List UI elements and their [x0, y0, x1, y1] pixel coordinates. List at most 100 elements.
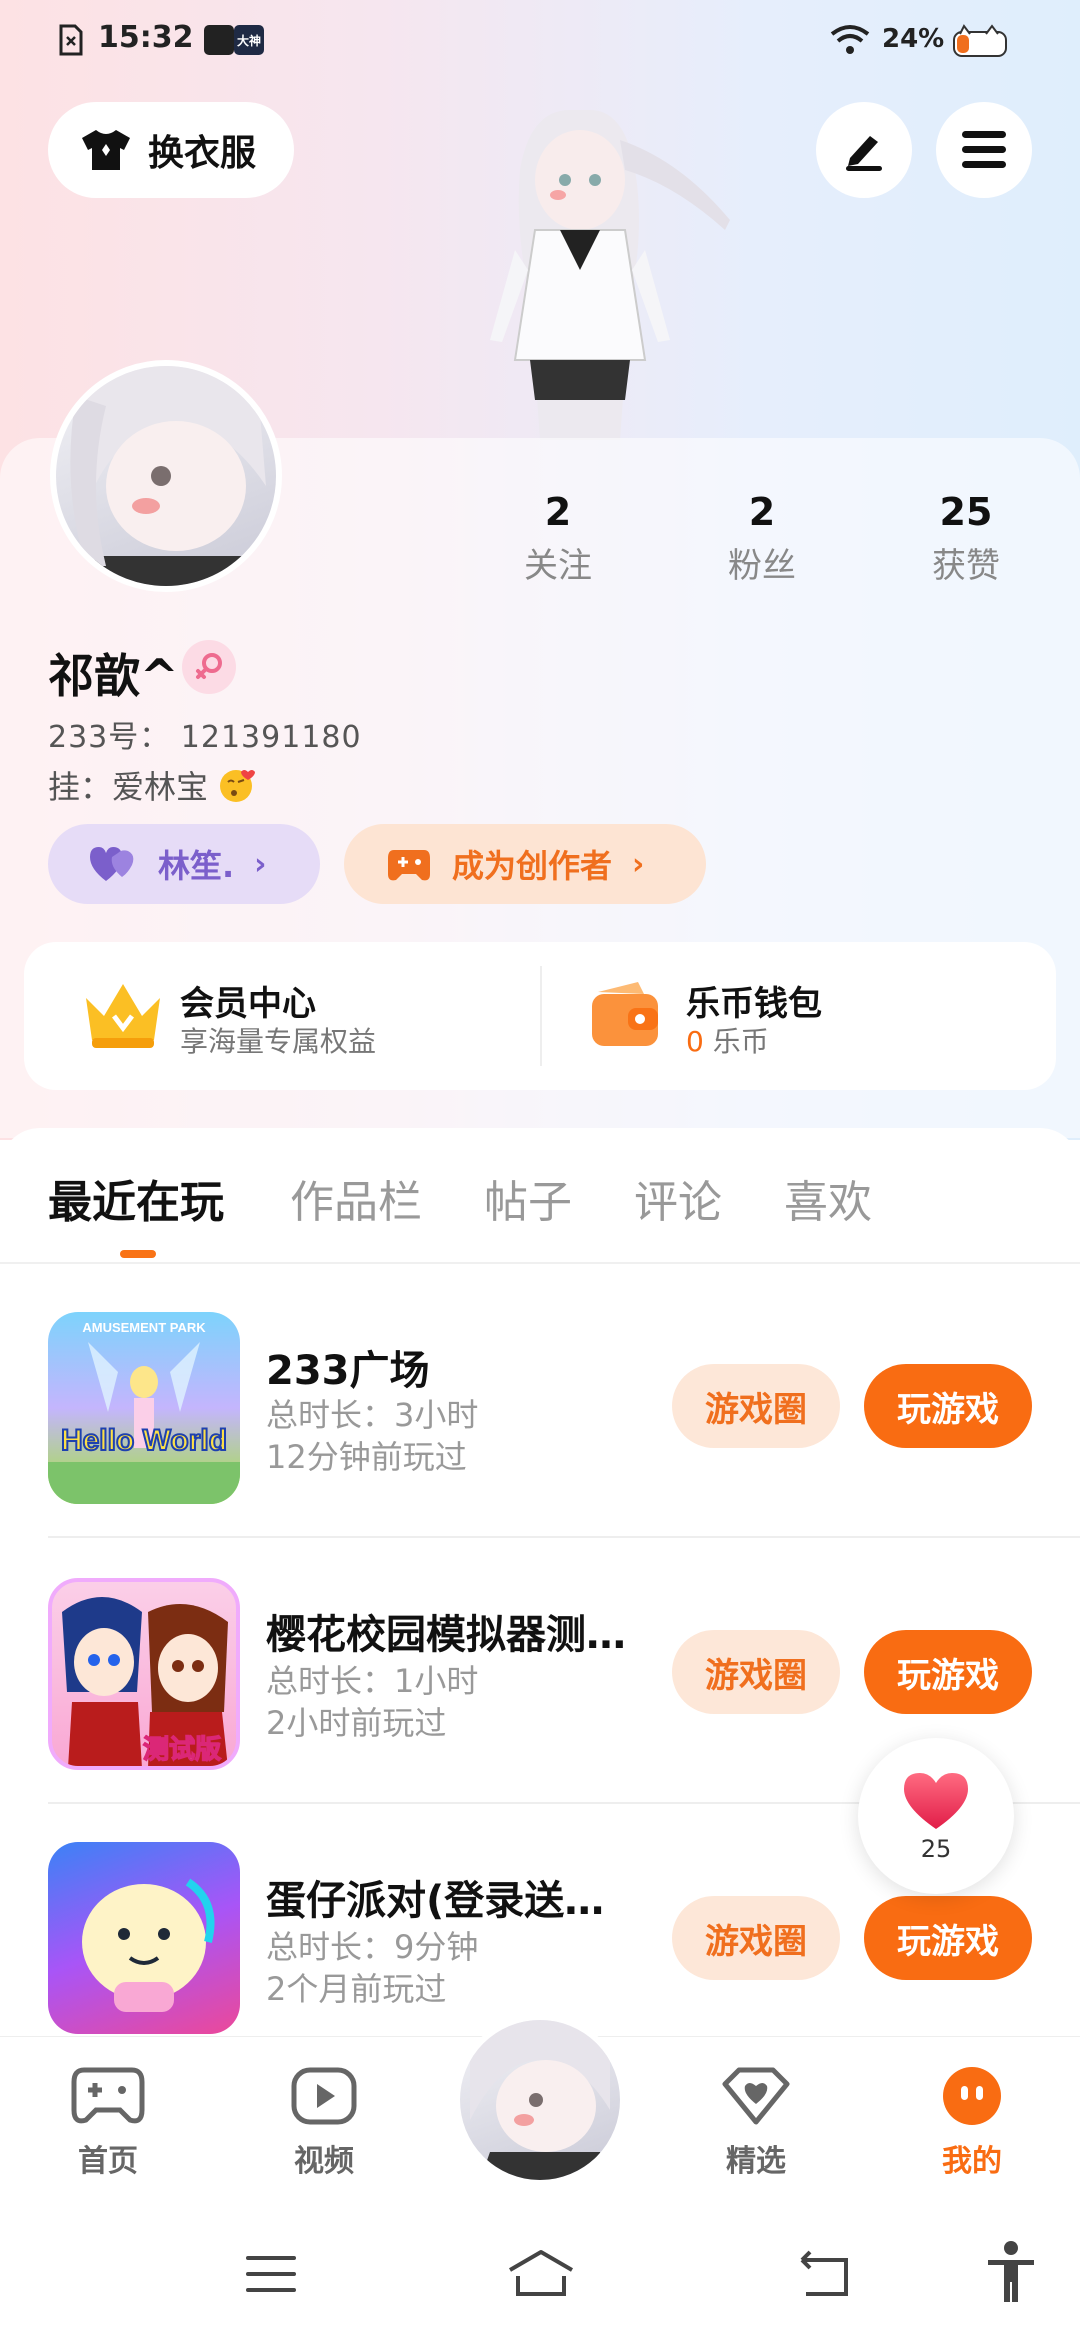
gamepad-nav-icon	[71, 2067, 145, 2124]
nav-featured-label: 精选	[726, 2144, 786, 2179]
nav-mine[interactable]: 我的	[912, 2066, 1032, 2180]
play-game-button-2[interactable]: 玩游戏	[864, 1630, 1032, 1714]
system-nav-bar	[0, 2206, 1080, 2340]
game-233-title-top: Hello World	[61, 1424, 227, 1457]
smiley-nav-icon	[943, 2067, 1001, 2125]
wallet-entry[interactable]	[588, 978, 662, 1050]
nav-mine-label: 我的	[942, 2144, 1002, 2179]
pen-icon	[846, 136, 882, 171]
member-center-entry[interactable]	[80, 976, 170, 1056]
tab-likes[interactable]: 喜欢	[784, 1166, 872, 1230]
game-sakura-art: 测试版	[62, 1597, 228, 1766]
following-label: 关注	[524, 546, 592, 586]
tabs-divider	[0, 1262, 1080, 1264]
wallet-unit: 乐币	[712, 1025, 769, 1058]
status-time: 15:32	[98, 20, 194, 55]
battery-percent: 24%	[882, 24, 945, 54]
dashen-icon: 大神	[234, 25, 264, 55]
like-float-button[interactable]: 25	[858, 1738, 1014, 1894]
game-circle-button-3[interactable]: 游戏圈	[672, 1896, 840, 1980]
stat-followers[interactable]: 2 粉丝	[682, 490, 842, 587]
game-circle-button-1[interactable]: 游戏圈	[672, 1364, 840, 1448]
signature-text: 挂：爱林宝	[48, 768, 209, 806]
game-thumbnail-sakura[interactable]: 测试版	[48, 1578, 240, 1770]
gamepad-icon	[388, 850, 430, 881]
nav-center-avatar[interactable]	[454, 2014, 626, 2186]
nav-video[interactable]: 视频	[264, 2066, 384, 2180]
menu-button[interactable]	[936, 102, 1032, 198]
like-float-count: 25	[920, 1835, 952, 1863]
kiss-emoji-icon	[220, 770, 256, 802]
user-id[interactable]: 233号： 121391180	[48, 712, 362, 756]
nav-video-label: 视频	[294, 2144, 354, 2179]
tab-comments[interactable]: 评论	[634, 1166, 722, 1230]
member-center-title[interactable]: 会员中心	[180, 976, 316, 1025]
tab-recent-played[interactable]: 最近在玩	[48, 1166, 224, 1230]
nav-home[interactable]: 首页	[48, 2066, 168, 2180]
game-last-played-2: 2小时前玩过	[266, 1704, 447, 1742]
system-menu-icon[interactable]	[244, 2254, 298, 2294]
stat-likes[interactable]: 25 获赞	[886, 490, 1046, 587]
wallet-balance: 0 乐币	[686, 1020, 769, 1060]
gender-female-icon	[182, 640, 236, 694]
edit-button[interactable]	[816, 102, 912, 198]
game-last-played-1: 12分钟前玩过	[266, 1438, 467, 1476]
stat-following[interactable]: 2 关注	[478, 490, 638, 587]
row-divider-1	[48, 1536, 1080, 1538]
active-tab-indicator	[120, 1250, 156, 1258]
system-home-icon[interactable]	[506, 2248, 576, 2298]
hamburger-icon	[962, 131, 1006, 168]
member-wallet-card	[24, 942, 1056, 1090]
change-outfit-label: 换衣服	[148, 133, 257, 174]
accessibility-icon[interactable]	[986, 2240, 1036, 2304]
nav-home-label: 首页	[78, 2144, 138, 2179]
become-creator-button[interactable]: 成为创作者 ›	[344, 824, 706, 904]
username: 祁歆^	[48, 649, 179, 703]
system-back-icon[interactable]	[796, 2250, 852, 2298]
play-nav-icon	[291, 2067, 357, 2125]
friend-tag-chevron-icon: ›	[254, 846, 267, 882]
followers-count: 2	[748, 490, 776, 534]
wallet-amount: 0	[686, 1025, 704, 1058]
game-circle-button-2[interactable]: 游戏圈	[672, 1630, 840, 1714]
avatar-3d-figure[interactable]	[420, 80, 740, 440]
app-notification-icon	[204, 25, 234, 55]
friend-tag-label: 林笙.	[158, 847, 235, 885]
status-bar: 15:32 大神 24%	[0, 0, 1080, 80]
friend-tag-button[interactable]: 林笙. ›	[48, 824, 320, 904]
play-game-button-3[interactable]: 玩游戏	[864, 1896, 1032, 1980]
game-name-3[interactable]: 蛋仔派对(登录送…	[266, 1868, 604, 1926]
game-thumbnail-233[interactable]: Hello World AMUSEMENT PARK	[48, 1312, 240, 1504]
game-duration-1: 总时长：3小时	[266, 1396, 479, 1434]
become-creator-chevron-icon: ›	[632, 846, 645, 882]
signature: 挂：爱林宝	[48, 762, 258, 808]
female-symbol-icon	[196, 653, 222, 679]
heart-icon	[904, 1773, 968, 1829]
game-last-played-3: 2个月前玩过	[266, 1970, 447, 2008]
game-sakura-test-label: 测试版	[143, 1735, 221, 1765]
profile-avatar[interactable]	[50, 360, 282, 592]
mw-divider	[540, 966, 542, 1066]
following-count: 2	[544, 490, 572, 534]
wifi-icon	[830, 25, 870, 54]
game-233-banner: AMUSEMENT PARK	[82, 1320, 206, 1335]
game-eggy-art	[82, 1878, 215, 2012]
wallet-icon	[592, 982, 658, 1046]
game-duration-2: 总时长：1小时	[266, 1662, 479, 1700]
game-name-1[interactable]: 233广场	[266, 1338, 430, 1396]
followers-label: 粉丝	[728, 546, 796, 586]
likes-count: 25	[939, 490, 993, 534]
avatar-portrait	[70, 366, 266, 586]
game-thumbnail-eggy[interactable]	[48, 1842, 240, 2034]
game-duration-3: 总时长：9分钟	[266, 1928, 479, 1966]
play-game-button-1[interactable]: 玩游戏	[864, 1364, 1032, 1448]
crown-icon	[86, 984, 160, 1048]
game-name-2[interactable]: 樱花校园模拟器测…	[266, 1602, 626, 1660]
hearts-icon	[90, 847, 134, 881]
nav-featured[interactable]: 精选	[696, 2066, 816, 2180]
tab-posts[interactable]: 帖子	[484, 1166, 572, 1230]
wallet-title[interactable]: 乐币钱包	[686, 976, 822, 1025]
change-outfit-button[interactable]: 换衣服	[48, 102, 294, 198]
tab-works[interactable]: 作品栏	[290, 1166, 422, 1230]
battery-icon	[953, 24, 1007, 57]
